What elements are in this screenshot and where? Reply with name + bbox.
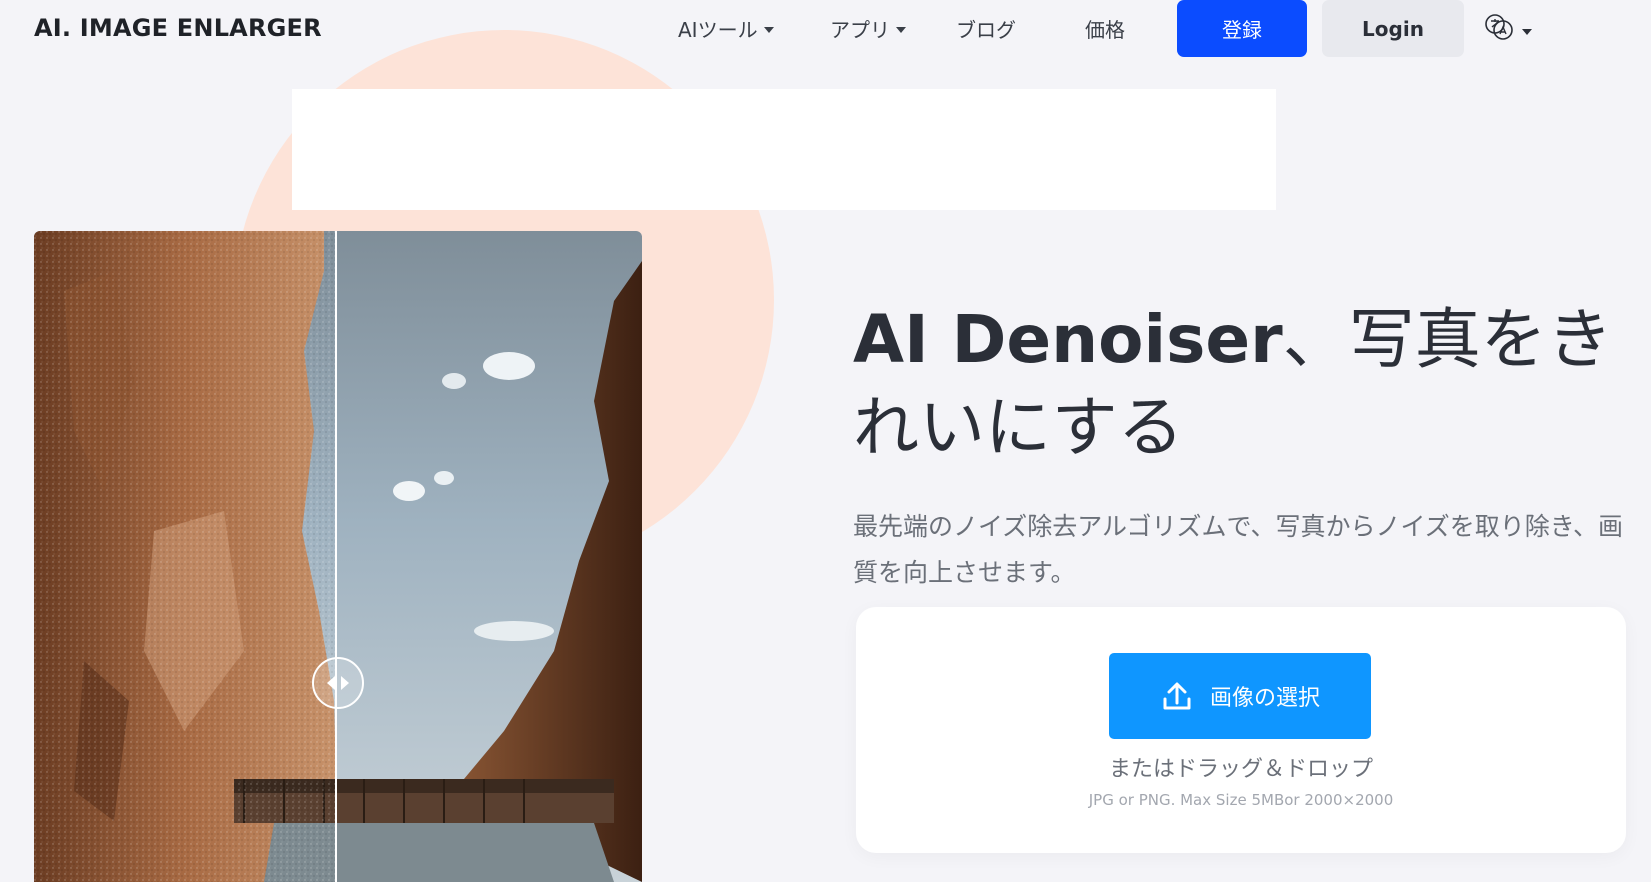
comparison-slider-handle[interactable] <box>312 657 364 709</box>
register-button[interactable]: 登録 <box>1177 0 1307 57</box>
drag-drop-hint: またはドラッグ＆ドロップ <box>1108 757 1373 782</box>
select-image-label: 画像の選択 <box>1209 686 1320 711</box>
header: AI. IMAGE ENLARGER AIツール アプリ ブログ 価格 登録 L… <box>0 0 1651 60</box>
nav-apps-label: アプリ <box>830 18 890 42</box>
language-selector[interactable] <box>1484 12 1532 42</box>
before-after-comparison[interactable] <box>34 231 642 882</box>
nav-blog[interactable]: ブログ <box>956 14 1016 43</box>
login-button[interactable]: Login <box>1322 0 1464 57</box>
translate-icon <box>1485 14 1513 40</box>
comparison-divider <box>335 231 337 882</box>
caret-down-icon <box>1522 29 1532 35</box>
nav-pricing-label: 価格 <box>1085 18 1125 42</box>
upload-icon <box>1163 682 1191 710</box>
upload-dropzone[interactable]: 画像の選択 またはドラッグ＆ドロップ JPG or PNG. Max Size … <box>856 607 1626 853</box>
nav-ai-tools-label: AIツール <box>678 18 758 42</box>
hero-title-strong: AI Denoiser <box>853 301 1283 378</box>
file-requirements-note: JPG or PNG. Max Size 5MBor 2000×2000 <box>1088 791 1394 809</box>
ad-placeholder <box>292 89 1276 210</box>
left-arrow-icon <box>327 676 335 690</box>
right-arrow-icon <box>341 676 349 690</box>
nav-apps[interactable]: アプリ <box>830 14 906 43</box>
site-logo[interactable]: AI. IMAGE ENLARGER <box>34 14 322 42</box>
page: AI. IMAGE ENLARGER AIツール アプリ ブログ 価格 登録 L… <box>0 0 1651 882</box>
nav-blog-label: ブログ <box>956 18 1016 42</box>
hero-title: AI Denoiser、写真をきれいにする <box>853 296 1613 472</box>
comparison-image <box>34 231 642 882</box>
select-image-button[interactable]: 画像の選択 <box>1109 653 1371 739</box>
caret-down-icon <box>896 27 906 33</box>
nav-ai-tools[interactable]: AIツール <box>678 14 774 43</box>
nav-pricing[interactable]: 価格 <box>1085 14 1125 43</box>
hero-description: 最先端のノイズ除去アルゴリズムで、写真からノイズを取り除き、画質を向上させます。 <box>853 512 1624 587</box>
caret-down-icon <box>763 27 774 33</box>
